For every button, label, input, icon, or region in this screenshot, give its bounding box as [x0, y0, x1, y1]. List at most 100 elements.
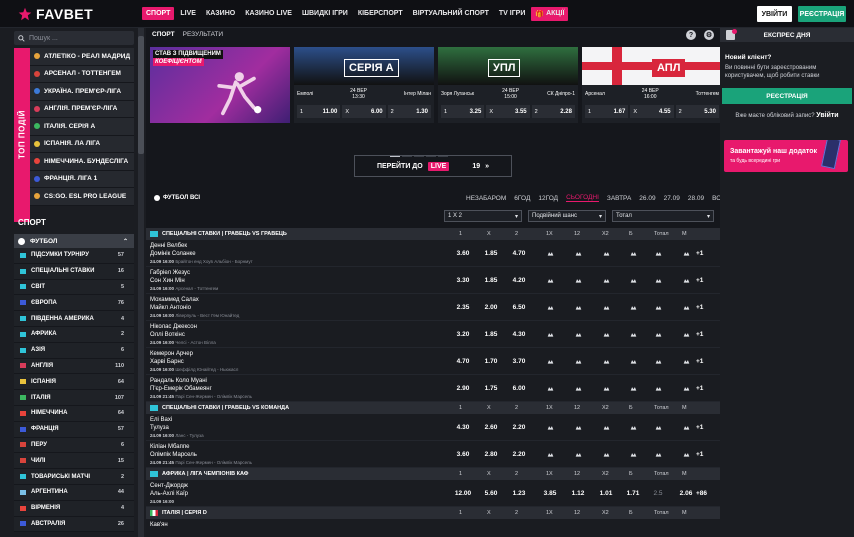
odd-cell[interactable]: 3.60: [451, 246, 475, 260]
odd-cell[interactable]: 2.00: [479, 300, 503, 314]
chevron-up-icon[interactable]: ⌃: [123, 238, 128, 245]
odd-button[interactable]: 1 3.25: [441, 105, 485, 118]
top-event-item[interactable]: АРСЕНАЛ - ТОТТЕНГЕМ: [30, 65, 134, 83]
odd-cell[interactable]: 4.70: [507, 246, 531, 260]
odd-button[interactable]: 2 2.28: [531, 105, 575, 118]
more-markets-button[interactable]: +1: [696, 420, 703, 434]
odd-button[interactable]: X 3.55: [486, 105, 530, 118]
express-of-day-tab[interactable]: ЕКСПРЕС ДНЯ: [720, 28, 854, 42]
nav-esports[interactable]: КІБЕРСПОРТ: [354, 7, 407, 20]
nav-casino-live[interactable]: КАЗИНО LIVE: [241, 7, 296, 20]
odd-cell[interactable]: 4.70: [451, 354, 475, 368]
top-event-item[interactable]: ІСПАНІЯ. ЛА ЛІГА: [30, 135, 134, 153]
match-row[interactable]: Денні Велбек Домінік Соланке 24.09 16:00 Б…: [146, 240, 720, 267]
more-markets-button[interactable]: +86: [696, 486, 707, 500]
more-markets-button[interactable]: +1: [696, 327, 703, 341]
odd-cell[interactable]: 1.85: [479, 327, 503, 341]
market-select-double-chance[interactable]: Подвійний шанс ▾: [528, 210, 606, 222]
time-tab[interactable]: НЕЗАБАРОМ: [466, 195, 506, 202]
team-1[interactable]: Габріел Жезус: [150, 269, 190, 277]
more-markets-button[interactable]: +1: [696, 300, 703, 314]
time-tab[interactable]: 26.09: [639, 195, 655, 202]
team-1[interactable]: Кав'ян: [150, 521, 168, 529]
tab-results[interactable]: РЕЗУЛЬТАТИ: [183, 31, 223, 38]
nav-sport[interactable]: СПОРТ: [142, 7, 175, 20]
team-2[interactable]: Тулуза: [150, 424, 172, 432]
nav-live[interactable]: LIVE: [176, 7, 200, 20]
odd-cell[interactable]: 3.30: [451, 273, 475, 287]
odd-cell[interactable]: 5.60: [479, 486, 503, 500]
nav-tv-games[interactable]: TV ІГРИ: [495, 7, 530, 20]
sport-region-item[interactable]: ПІДСУМКИ ТУРНІРУ 57: [14, 248, 134, 264]
team-1[interactable]: Сент-Джордж: [150, 482, 188, 490]
odd-cell[interactable]: 6.00: [507, 381, 531, 395]
sport-region-item[interactable]: ФРАНЦІЯ 57: [14, 421, 134, 438]
odd-cell[interactable]: 2.60: [479, 420, 503, 434]
league-header[interactable]: СПЕЦІАЛЬНІ СТАВКИ | ГРАВЕЦЬ VS ГРАВЕЦЬ 1 X…: [146, 228, 720, 240]
sport-region-item[interactable]: СВІТ 5: [14, 279, 134, 296]
team-1[interactable]: Елі Вахі: [150, 416, 172, 424]
team-2[interactable]: П'єр-Емерік Обамеянг: [150, 385, 212, 393]
odd-cell[interactable]: 4.30: [451, 420, 475, 434]
odd-button[interactable]: 1 11.00: [297, 105, 341, 118]
odd-cell[interactable]: 2.20: [507, 447, 531, 461]
sport-region-item[interactable]: ВІРМЕНІЯ 4: [14, 500, 134, 517]
odd-cell[interactable]: 6.50: [507, 300, 531, 314]
league-header[interactable]: СПЕЦІАЛЬНІ СТАВКИ | ГРАВЕЦЬ VS КОМАНДА 1 X…: [146, 402, 720, 414]
league-header[interactable]: АФРИКА | ЛІГА ЧЕМПІОНІВ КАФ 1 X 2 1X 12 X2 Б Тот…: [146, 468, 720, 480]
odd-cell[interactable]: 1.71: [621, 486, 645, 500]
odd-cell[interactable]: 1.85: [479, 273, 503, 287]
time-tab[interactable]: 27.09: [664, 195, 680, 202]
team-1[interactable]: Ніколас Джексон: [150, 323, 197, 331]
team-1[interactable]: Рандаль Коло Муані: [150, 377, 212, 385]
team-2[interactable]: Олімпік Марсель: [150, 451, 197, 459]
top-event-item[interactable]: АНГЛІЯ. ПРЕМ'ЄР-ЛІГА: [30, 100, 134, 118]
time-tab[interactable]: 12ГОД: [538, 195, 558, 202]
sport-region-item[interactable]: АФРИКА 2: [14, 326, 134, 343]
more-markets-button[interactable]: +1: [696, 381, 703, 395]
match-row[interactable]: Сент-Джордж Аль-Ахлі Каїр 24.09 16:00 12.0…: [146, 480, 720, 507]
go-to-live-button[interactable]: ПЕРЕЙТИ ДО LIVE 19 »: [354, 155, 512, 177]
time-tab[interactable]: 28.09: [688, 195, 704, 202]
odd-cell[interactable]: 2.80: [479, 447, 503, 461]
odd-cell[interactable]: 4.30: [507, 327, 531, 341]
logo[interactable]: FAVBET: [18, 6, 142, 22]
app-download-banner[interactable]: Завантажуй наш додаток та будь всередині…: [724, 140, 848, 172]
time-tab[interactable]: ЗАВТРА: [607, 195, 631, 202]
match-banner[interactable]: УПЛ Зоря Луганськ 24 ВЕР 15:00 СК Дніпро-1 1 3…: [438, 47, 578, 123]
match-row[interactable]: Кемерон Арчер Харві Барнс 24.09 16:00 Шефф…: [146, 348, 720, 375]
tab-sport[interactable]: СПОРТ: [152, 31, 175, 38]
sport-region-item[interactable]: ЄВРОПА 76: [14, 295, 134, 312]
team-2[interactable]: Домінік Соланке: [150, 250, 196, 258]
top-event-item[interactable]: НІМЕЧЧИНА. БУНДЕСЛІГА: [30, 153, 134, 171]
promo-banner[interactable]: СТАВ З ПІДВИЩЕНИМ КОЕФІЦІЄНТОМ: [150, 47, 290, 123]
more-markets-button[interactable]: +1: [696, 354, 703, 368]
more-markets-button[interactable]: +1: [696, 273, 703, 287]
odd-button[interactable]: X 4.55: [630, 105, 674, 118]
sport-region-item[interactable]: АНГЛІЯ 110: [14, 358, 134, 375]
sidebar-scroll-thumb[interactable]: [138, 36, 144, 154]
odd-cell[interactable]: 1.75: [479, 381, 503, 395]
sport-region-item[interactable]: ІТАЛІЯ 107: [14, 390, 134, 406]
sport-football[interactable]: ФУТБОЛ ⌃: [14, 234, 134, 248]
team-1[interactable]: Кемерон Арчер: [150, 350, 193, 358]
team-2[interactable]: Майкл Антоніо: [150, 304, 199, 312]
odd-cell[interactable]: 2.90: [451, 381, 475, 395]
match-row[interactable]: Кав'ян: [146, 519, 720, 537]
match-banner[interactable]: СЕРІЯ А Емполі 24 ВЕР 13:30 Інтер Мілан 1 11.0…: [294, 47, 434, 123]
team-1[interactable]: Мохаммед Салах: [150, 296, 199, 304]
sport-region-item[interactable]: СПЕЦІАЛЬНІ СТАВКИ 16: [14, 263, 134, 280]
odd-cell[interactable]: 1.70: [479, 354, 503, 368]
team-2[interactable]: Сон Хин Мін: [150, 277, 190, 285]
sport-region-item[interactable]: ІСПАНІЯ 64: [14, 374, 134, 391]
odd-cell[interactable]: 1.85: [479, 246, 503, 260]
odd-cell[interactable]: 3.20: [451, 327, 475, 341]
panel-login-link[interactable]: Увійти: [816, 112, 838, 119]
odd-cell[interactable]: 3.60: [451, 447, 475, 461]
match-row[interactable]: Елі Вахі Тулуза 24.09 16:00 Ланс - Тулуза 4…: [146, 414, 720, 441]
odd-cell[interactable]: 2.06: [674, 486, 698, 500]
odd-button[interactable]: 2 5.30: [675, 105, 719, 118]
nav-casino[interactable]: КАЗИНО: [202, 7, 239, 20]
sport-region-item[interactable]: ПЕРУ 6: [14, 437, 134, 454]
nav-fast-games[interactable]: ШВИДКІ ІГРИ: [298, 7, 352, 20]
